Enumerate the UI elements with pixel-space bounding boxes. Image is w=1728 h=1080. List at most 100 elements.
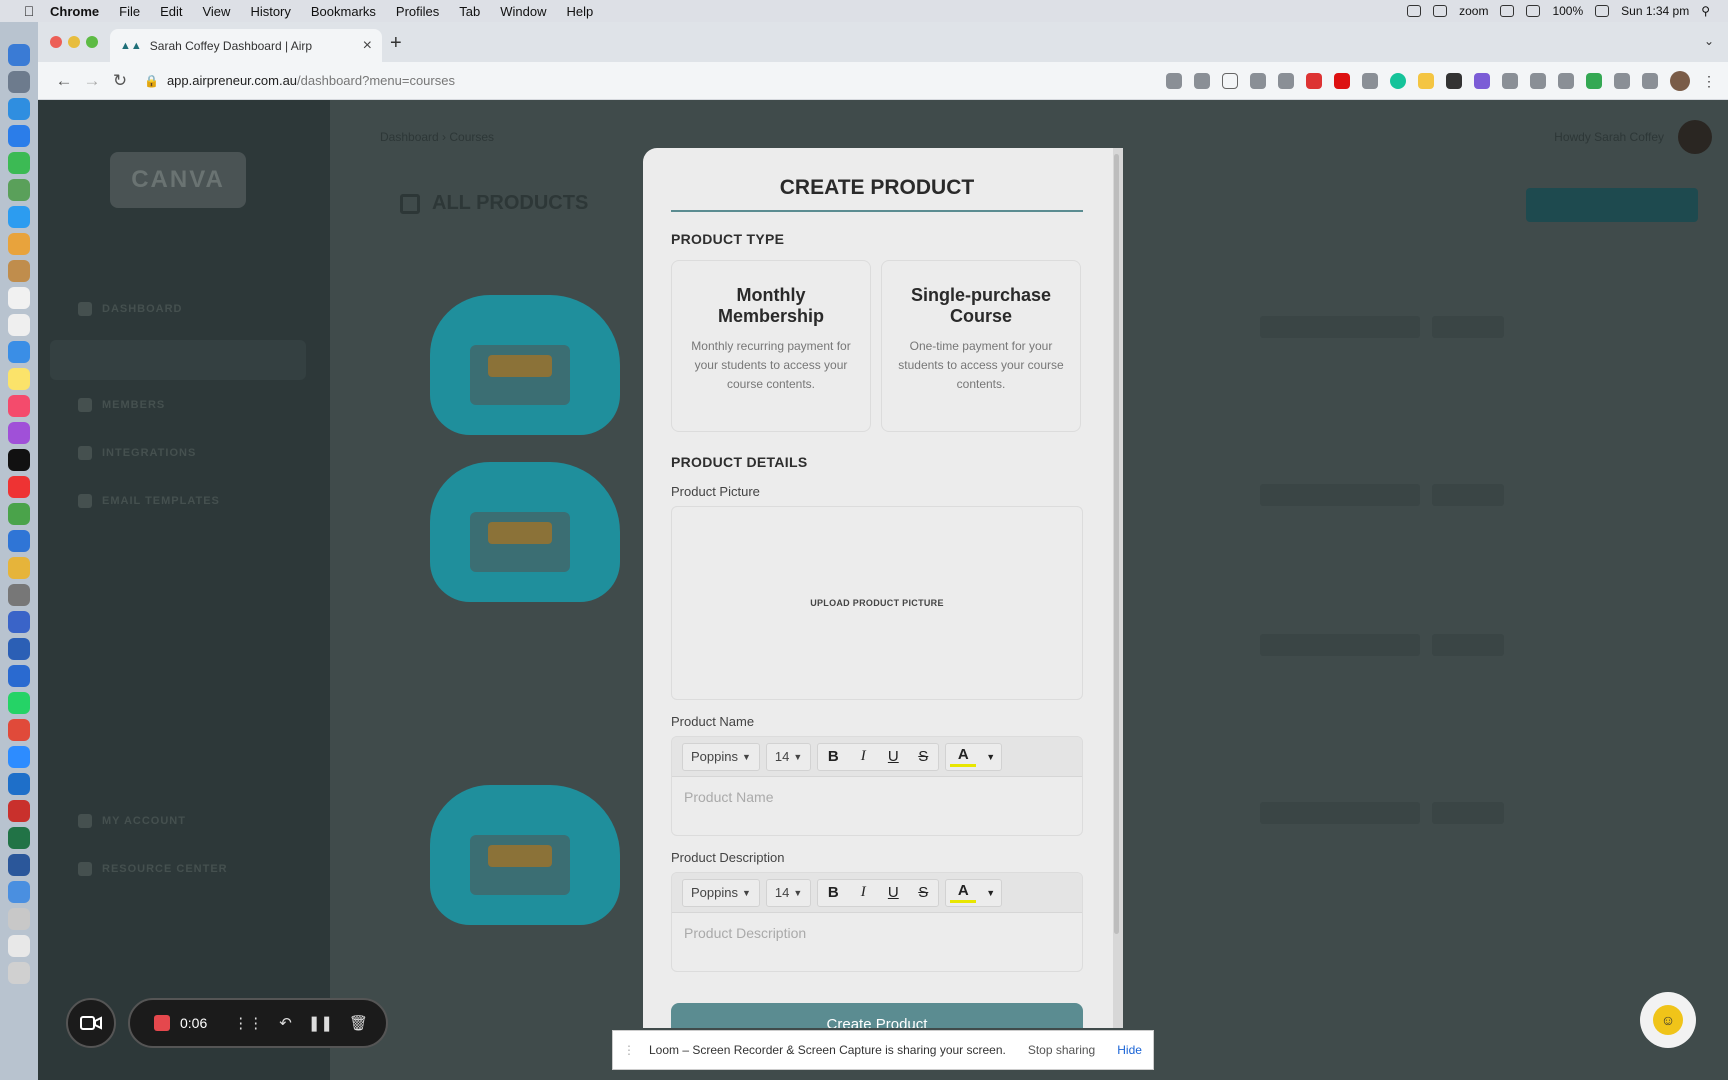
eyedropper-icon[interactable]: [1362, 73, 1378, 89]
settings-icon[interactable]: [8, 584, 30, 606]
sidepanel-icon[interactable]: [1642, 73, 1658, 89]
battery-icon[interactable]: [1595, 5, 1610, 17]
kebab-menu-icon[interactable]: ⋮: [1702, 73, 1716, 90]
puzzle-icon[interactable]: [1614, 73, 1630, 89]
strikethrough-button[interactable]: S: [908, 744, 938, 770]
acrobat-icon[interactable]: [8, 800, 30, 822]
grammarly-icon[interactable]: [1390, 73, 1406, 89]
excel-icon[interactable]: [8, 827, 30, 849]
upload-product-picture-dropzone[interactable]: UPLOAD PRODUCT PICTURE: [671, 506, 1083, 700]
mail-icon[interactable]: [8, 206, 30, 228]
hide-button[interactable]: Hide: [1117, 1043, 1142, 1057]
undo-icon[interactable]: ↶: [279, 1014, 292, 1032]
menu-help[interactable]: Help: [557, 4, 604, 19]
whatsapp-icon[interactable]: [8, 692, 30, 714]
create-product-button[interactable]: [1526, 188, 1698, 222]
podcasts-icon[interactable]: [8, 422, 30, 444]
product-name-input[interactable]: Product Name: [672, 777, 1082, 817]
news-icon[interactable]: [8, 476, 30, 498]
notes-icon[interactable]: [8, 368, 30, 390]
clock[interactable]: Sun 1:34 pm: [1621, 4, 1689, 18]
pause-icon[interactable]: ❚❚: [308, 1014, 333, 1032]
appstore-icon[interactable]: [8, 125, 30, 147]
extension-icon[interactable]: [1334, 73, 1350, 89]
maps-icon[interactable]: [8, 179, 30, 201]
trash-icon[interactable]: [8, 962, 30, 984]
extension-icon[interactable]: [1306, 73, 1322, 89]
mic-icon[interactable]: [1407, 5, 1422, 17]
grid-icon[interactable]: ⋮⋮: [233, 1014, 263, 1032]
strikethrough-button[interactable]: S: [908, 880, 938, 906]
spotlight-icon[interactable]: ⚲: [1701, 4, 1710, 18]
volume-icon[interactable]: [1526, 5, 1541, 17]
keynote-icon[interactable]: [8, 530, 30, 552]
help-icon[interactable]: [8, 908, 30, 930]
stop-recording-icon[interactable]: [154, 1015, 170, 1031]
tab-close-icon[interactable]: ×: [363, 37, 372, 55]
text-color-picker[interactable]: A ▼: [945, 742, 1003, 771]
zoom-dock-icon[interactable]: [8, 746, 30, 768]
sidebar-item-email-templates[interactable]: EMAIL TEMPLATES: [78, 494, 220, 508]
remote-desktop-icon[interactable]: [8, 611, 30, 633]
extension-icon[interactable]: [1418, 73, 1434, 89]
extension-icon[interactable]: [1278, 73, 1294, 89]
camera-icon[interactable]: [1166, 73, 1182, 89]
sidebar-item-members[interactable]: MEMBERS: [78, 398, 165, 412]
delete-icon[interactable]: 🗑: [349, 1014, 368, 1032]
menu-edit[interactable]: Edit: [150, 4, 192, 19]
extension-icon[interactable]: [1530, 73, 1546, 89]
sidebar-item-my-account[interactable]: MY ACCOUNT: [78, 814, 186, 828]
monthly-membership-card[interactable]: Monthly Membership Monthly recurring pay…: [671, 260, 871, 432]
help-chat-button[interactable]: ☺: [1640, 992, 1696, 1048]
contacts-icon[interactable]: [8, 260, 30, 282]
font-size-select[interactable]: 14 ▼: [765, 878, 812, 907]
downloads-icon[interactable]: [8, 881, 30, 903]
close-window-icon[interactable]: [50, 36, 62, 48]
battery-percent[interactable]: 100%: [1552, 4, 1583, 18]
underline-button[interactable]: U: [878, 880, 908, 906]
italic-button[interactable]: I: [848, 744, 878, 770]
word-icon[interactable]: [8, 854, 30, 876]
calendar-icon[interactable]: [8, 287, 30, 309]
share-icon[interactable]: [1194, 73, 1210, 89]
messages-icon[interactable]: [8, 152, 30, 174]
font-size-select[interactable]: 14 ▼: [765, 742, 812, 771]
photos-icon[interactable]: [8, 233, 30, 255]
menu-history[interactable]: History: [240, 4, 300, 19]
minimize-window-icon[interactable]: [68, 36, 80, 48]
modal-scrollbar[interactable]: [1114, 154, 1119, 934]
bold-button[interactable]: B: [818, 880, 848, 906]
drive-icon[interactable]: [1586, 73, 1602, 89]
avatar[interactable]: [1678, 120, 1712, 154]
apple-icon[interactable]: : [18, 3, 40, 19]
menu-profiles[interactable]: Profiles: [386, 4, 449, 19]
zoom-window-icon[interactable]: [86, 36, 98, 48]
music-icon[interactable]: [8, 395, 30, 417]
powerpoint-icon[interactable]: [8, 719, 30, 741]
product-description-input[interactable]: Product Description: [672, 913, 1082, 953]
reload-icon[interactable]: ↻: [106, 71, 134, 91]
drag-handle-icon[interactable]: ⋮: [623, 1043, 635, 1057]
text-color-picker[interactable]: A ▼: [945, 878, 1003, 907]
app-status-icon[interactable]: [1433, 5, 1448, 17]
outlook-icon[interactable]: [8, 773, 30, 795]
chrome-dock-icon[interactable]: [8, 341, 30, 363]
back-icon[interactable]: ←: [50, 71, 78, 91]
forward-icon[interactable]: →: [78, 71, 106, 91]
tab-dashboard[interactable]: ▲▲ Sarah Coffey Dashboard | Airp ×: [110, 29, 382, 62]
extension-icon[interactable]: [1250, 73, 1266, 89]
sidebar-item-resource-center[interactable]: RESOURCE CENTER: [78, 862, 228, 876]
pages-icon[interactable]: [8, 557, 30, 579]
loom-camera-button[interactable]: [66, 998, 116, 1048]
safari-icon[interactable]: [8, 98, 30, 120]
launchpad-icon[interactable]: [8, 71, 30, 93]
extension-icon[interactable]: [1558, 73, 1574, 89]
extension-icon[interactable]: [1446, 73, 1462, 89]
stop-sharing-button[interactable]: Stop sharing: [1020, 1039, 1103, 1061]
menu-view[interactable]: View: [192, 4, 240, 19]
menu-file[interactable]: File: [109, 4, 150, 19]
reminders-icon[interactable]: [8, 314, 30, 336]
sidebar-item-dashboard[interactable]: DASHBOARD: [78, 302, 183, 316]
finder-icon[interactable]: [8, 44, 30, 66]
new-tab-icon[interactable]: +: [390, 32, 402, 55]
